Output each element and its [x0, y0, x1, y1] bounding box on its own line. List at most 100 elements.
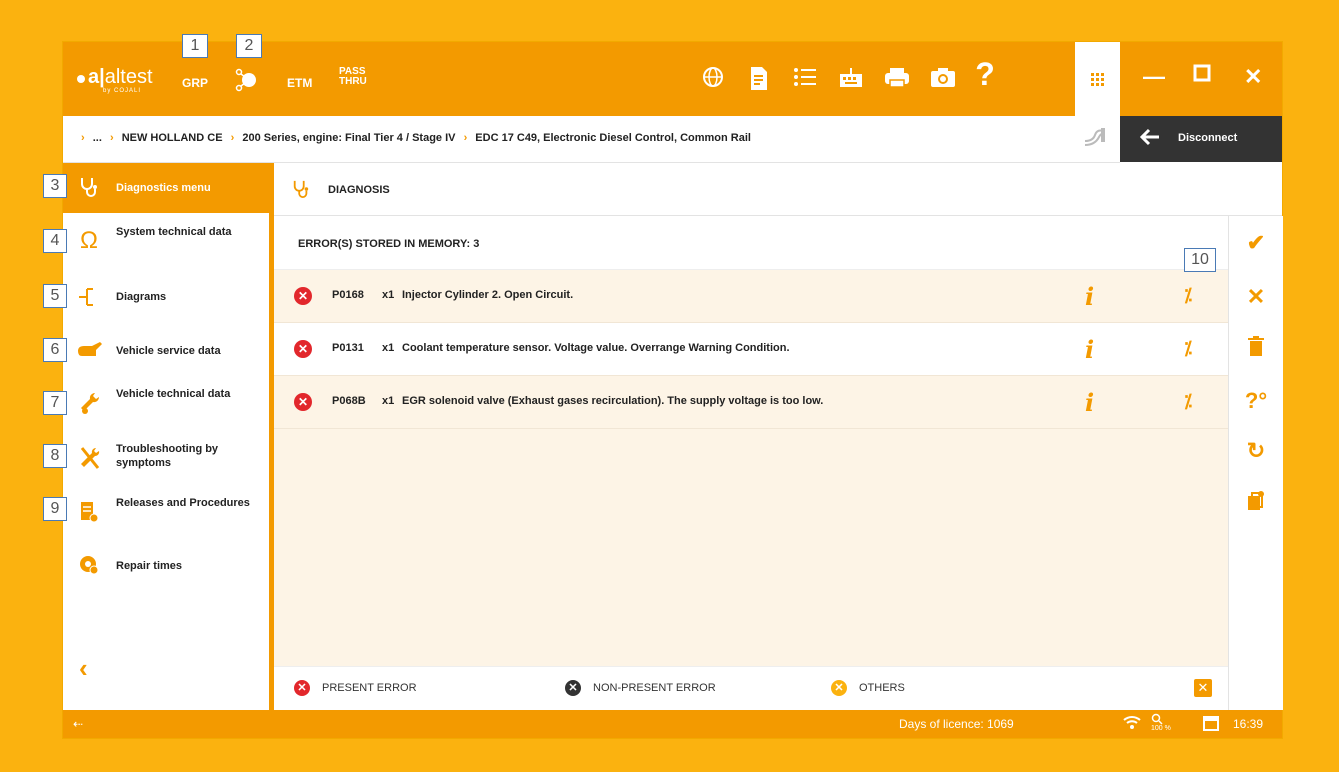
- wrench-icon: [76, 391, 102, 415]
- stethoscope-icon: [76, 176, 102, 200]
- table-row[interactable]: ✕ P068B x1 EGR solenoid valve (Exhaust g…: [274, 376, 1228, 429]
- zoom-indicator[interactable]: 100 %: [1151, 713, 1171, 732]
- oil-can-icon: [76, 339, 102, 363]
- check-icon[interactable]: ✔: [1229, 230, 1283, 256]
- connection-search-icon[interactable]: [233, 66, 261, 94]
- altest-logo: a|altest by COJALI: [77, 66, 153, 94]
- document-icon[interactable]: [745, 66, 773, 94]
- app-window: a|altest by COJALI GRP ETM PASS THRU ? —…: [63, 42, 1283, 738]
- table-row[interactable]: ✕ P0131 x1 Coolant temperature sensor. V…: [274, 323, 1228, 376]
- sidebar-item-label: Diagrams: [116, 291, 167, 303]
- error-list: ERROR(S) STORED IN MEMORY: 3 ✕ P0168 x1 …: [274, 216, 1228, 710]
- errors-header: ERROR(S) STORED IN MEMORY: 3: [274, 216, 1228, 270]
- sidebar-item-diagrams[interactable]: Diagrams: [63, 272, 269, 322]
- diagnosis-header: DIAGNOSIS: [274, 163, 1282, 216]
- troubleshooting-icon[interactable]: ⁒: [1184, 391, 1192, 412]
- sidebar-item-label: Diagnostics menu: [116, 182, 211, 194]
- right-action-bar: ✔ ✕ ?° ↻: [1228, 216, 1283, 710]
- error-count: x1: [382, 342, 395, 354]
- window-controls: — ✕: [1120, 42, 1282, 116]
- callout-9: 9: [43, 497, 67, 521]
- sidebar-item-vehicle-service-data[interactable]: Vehicle service data: [63, 326, 269, 376]
- status-bar: ⇠ Days of licence: 1069 100 % 16:39: [63, 710, 1282, 738]
- help-settings-icon[interactable]: ?°: [1229, 388, 1283, 414]
- sidebar-item-label: Releases and Procedures: [116, 497, 250, 509]
- trash-icon[interactable]: [1229, 336, 1283, 362]
- legend-present-label: PRESENT ERROR: [322, 682, 417, 694]
- procedure-icon[interactable]: [1229, 490, 1283, 518]
- info-icon[interactable]: i: [1085, 388, 1094, 417]
- globe-icon[interactable]: [699, 66, 727, 94]
- cable-connection-icon: [1083, 127, 1107, 155]
- procedures-icon: [76, 500, 102, 524]
- arrow-left-icon: [1138, 125, 1162, 156]
- sidebar-item-releases-and-procedures[interactable]: Releases and Procedures: [63, 487, 269, 537]
- sidebar-item-system-technical-data[interactable]: Ω System technical data: [63, 216, 269, 266]
- sidebar-item-label: Vehicle technical data: [116, 388, 231, 400]
- error-description: Coolant temperature sensor. Voltage valu…: [402, 342, 790, 354]
- callout-1: 1: [182, 34, 208, 58]
- sidebar-item-label: System technical data: [116, 226, 232, 238]
- breadcrumb-item[interactable]: NEW HOLLAND CE: [122, 132, 223, 144]
- error-code: P068B: [332, 395, 366, 407]
- callout-2: 2: [236, 34, 262, 58]
- close-window-button[interactable]: ✕: [1244, 64, 1262, 90]
- breadcrumb-item[interactable]: 200 Series, engine: Final Tier 4 / Stage…: [242, 132, 455, 144]
- tools-icon: [76, 446, 102, 470]
- collapse-sidebar-button[interactable]: ‹: [79, 653, 88, 684]
- error-description: Injector Cylinder 2. Open Circuit.: [402, 289, 574, 301]
- help-icon[interactable]: ?: [971, 58, 999, 90]
- callout-3: 3: [43, 174, 67, 198]
- callout-6: 6: [43, 338, 67, 362]
- pass-thru-button[interactable]: PASS THRU: [339, 67, 367, 87]
- callout-7: 7: [43, 391, 67, 415]
- etm-button[interactable]: ETM: [287, 76, 312, 90]
- top-toolbar: a|altest by COJALI GRP ETM PASS THRU ?: [63, 42, 1120, 116]
- clock-time: 16:39: [1233, 717, 1264, 731]
- stethoscope-icon: [292, 179, 310, 204]
- breadcrumb-item[interactable]: ...: [93, 132, 102, 144]
- disconnect-button[interactable]: Disconnect: [1120, 116, 1282, 162]
- error-description: EGR solenoid valve (Exhaust gases recirc…: [402, 395, 824, 407]
- maximize-button[interactable]: [1193, 62, 1211, 88]
- info-icon[interactable]: i: [1085, 335, 1094, 364]
- breadcrumb-item[interactable]: EDC 17 C49, Electronic Diesel Control, C…: [475, 132, 751, 144]
- disconnect-label: Disconnect: [1178, 132, 1238, 144]
- troubleshooting-icon[interactable]: ⁒: [1184, 338, 1192, 359]
- callout-8: 8: [43, 444, 67, 468]
- info-icon[interactable]: i: [1085, 282, 1094, 311]
- keyboard-icon[interactable]: [837, 66, 865, 94]
- apps-grid-icon[interactable]: [1075, 42, 1120, 116]
- table-row[interactable]: ✕ P0168 x1 Injector Cylinder 2. Open Cir…: [274, 270, 1228, 323]
- present-error-icon: ✕: [294, 287, 312, 305]
- legend-non-present-label: NON-PRESENT ERROR: [593, 682, 716, 694]
- list-icon[interactable]: [791, 66, 819, 94]
- refresh-icon[interactable]: ↻: [1229, 438, 1283, 464]
- present-error-icon: ✕: [294, 340, 312, 358]
- grp-button[interactable]: GRP: [182, 76, 208, 90]
- sidebar-item-repair-times[interactable]: Repair times: [63, 541, 269, 591]
- sidebar-item-label: Vehicle service data: [116, 345, 221, 357]
- omega-icon: Ω: [80, 227, 98, 254]
- error-count: x1: [382, 289, 395, 301]
- printer-icon[interactable]: [883, 66, 911, 94]
- camera-icon[interactable]: [929, 66, 957, 94]
- close-icon[interactable]: ✕: [1229, 284, 1283, 310]
- legend-others-label: OTHERS: [859, 682, 905, 694]
- sidebar-item-troubleshooting-by-symptoms[interactable]: Troubleshooting by symptoms: [63, 433, 269, 483]
- callout-10: 10: [1184, 248, 1216, 272]
- clear-legend-button[interactable]: ✕: [1194, 679, 1212, 697]
- callout-5: 5: [43, 284, 67, 308]
- minimize-button[interactable]: —: [1143, 64, 1165, 90]
- page-title: DIAGNOSIS: [328, 184, 390, 196]
- error-count: x1: [382, 395, 395, 407]
- sidebar-item-label: Troubleshooting by symptoms: [116, 443, 219, 469]
- errors-count-label: ERROR(S) STORED IN MEMORY: 3: [298, 238, 480, 250]
- sidebar-item-vehicle-technical-data[interactable]: Vehicle technical data: [63, 378, 269, 428]
- callout-4: 4: [43, 229, 67, 253]
- troubleshooting-icon[interactable]: ⁒: [1184, 285, 1192, 306]
- sidebar: Diagnostics menu Ω System technical data…: [63, 163, 274, 710]
- sidebar-item-diagnostics-menu[interactable]: Diagnostics menu: [63, 163, 269, 213]
- error-code: P0131: [332, 342, 364, 354]
- calendar-icon[interactable]: [1203, 715, 1219, 734]
